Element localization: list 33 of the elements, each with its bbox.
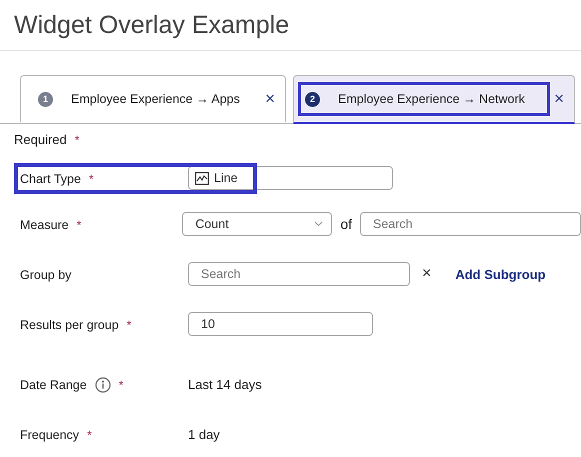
field-value: Last 14 days bbox=[188, 376, 262, 394]
search-field[interactable]: Search bbox=[360, 212, 581, 236]
chevron-down-icon bbox=[314, 221, 324, 227]
results-per-group-field[interactable]: 10 bbox=[188, 312, 373, 336]
chart-type-field[interactable]: Line bbox=[188, 166, 393, 190]
tab-number-badge: 2 bbox=[305, 92, 320, 106]
of-label: of bbox=[340, 216, 352, 232]
field-label: Group by bbox=[20, 268, 72, 282]
clear-button[interactable]: × bbox=[418, 265, 436, 283]
close-button[interactable]: × bbox=[550, 89, 568, 109]
required-marker: * bbox=[74, 133, 80, 147]
field-label: Measure bbox=[20, 218, 69, 232]
tab[interactable]: 1 Employee Experience → Apps × bbox=[20, 75, 286, 122]
required-marker: * bbox=[126, 318, 132, 332]
required-marker: * bbox=[76, 218, 82, 232]
tab[interactable]: 2 Employee Experience → Network × bbox=[293, 75, 575, 124]
add-subgroup-link[interactable]: Add Subgroup bbox=[455, 266, 546, 282]
required-note: Required bbox=[14, 132, 67, 147]
tab-number-badge: 1 bbox=[38, 92, 53, 106]
page-title: Widget Overlay Example bbox=[13, 10, 290, 40]
line-chart-icon bbox=[195, 172, 209, 184]
field-value: 1 day bbox=[188, 426, 220, 444]
required-marker: * bbox=[88, 172, 94, 186]
measure-dropdown[interactable]: Count bbox=[182, 212, 332, 236]
field-label: Date Range bbox=[20, 378, 87, 392]
close-button[interactable]: × bbox=[261, 89, 279, 109]
required-marker: * bbox=[87, 428, 92, 442]
field-label: Results per group bbox=[20, 318, 119, 332]
field-label: Chart Type bbox=[20, 172, 81, 186]
field-label: Frequency bbox=[20, 428, 80, 442]
search-field[interactable]: Search bbox=[188, 262, 410, 286]
required-marker: * bbox=[118, 378, 124, 392]
info-icon[interactable] bbox=[94, 377, 111, 393]
